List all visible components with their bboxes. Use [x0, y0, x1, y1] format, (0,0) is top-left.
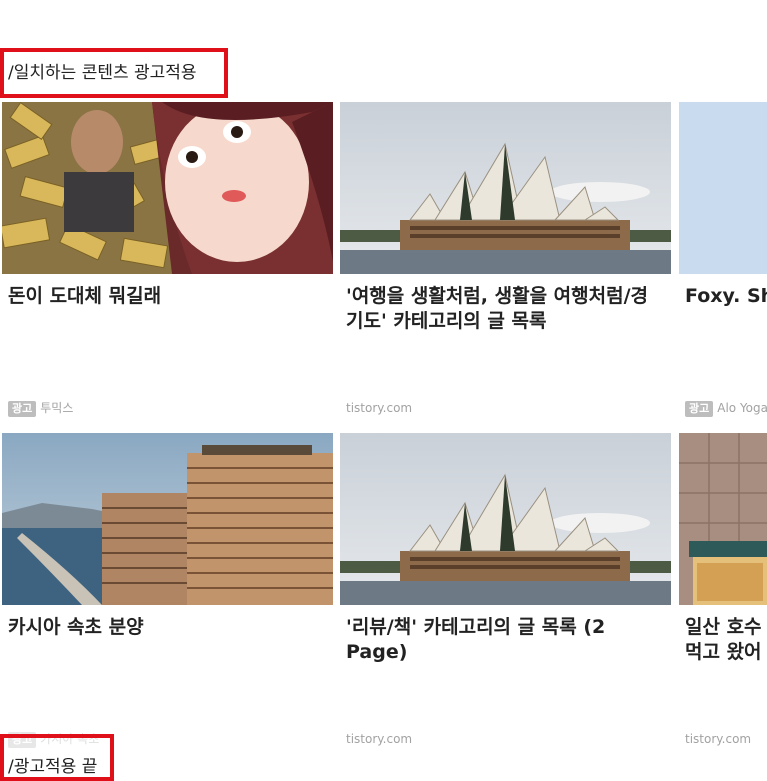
resort-thumbnail[interactable]: [2, 433, 333, 605]
recommendation-card[interactable]: Foxy. She 광고Alo Yoga: [679, 102, 767, 432]
ad-end-marker-label: /광고적용 끝: [8, 757, 98, 777]
card-source: tistory.com: [346, 401, 413, 415]
card-title[interactable]: 일산 호수 먹고 왔어: [685, 615, 767, 665]
ad-badge: 광고: [8, 401, 37, 417]
ad-start-marker: /일치하는 콘텐츠 광고적용: [0, 48, 228, 98]
card-title[interactable]: 카시아 속초 분양: [8, 615, 326, 640]
card-source: tistory.com: [685, 732, 752, 746]
card-meta: tistory.com: [346, 731, 412, 747]
card-title[interactable]: '여행을 생활처럼, 생활을 여행처럼/경기도' 카테고리의 글 목록: [346, 284, 664, 334]
recommendation-card[interactable]: 일산 호수 먹고 왔어 tistory.com: [679, 433, 767, 763]
ad-start-marker-label: /일치하는 콘텐츠 광고적용: [8, 63, 197, 83]
card-title[interactable]: 돈이 도대체 뭐길래: [8, 284, 326, 309]
recommendation-card[interactable]: 카시아 속초 분양 광고 카시아 속초: [2, 433, 333, 763]
card-meta: 광고 Alo Yoga: [685, 400, 767, 417]
ad-end-marker: /광고적용 끝: [0, 734, 114, 781]
recommendation-card[interactable]: '여행을 생활처럼, 생활을 여행처럼/경기도' 카테고리의 글 목록 tist…: [340, 102, 671, 432]
storefront-thumbnail[interactable]: [679, 433, 767, 605]
ad-badge: 광고: [685, 401, 714, 417]
card-title[interactable]: Foxy. She: [685, 284, 767, 309]
card-source: Alo Yoga: [717, 401, 767, 415]
card-meta: tistory.com: [346, 400, 412, 416]
opera-house-thumbnail[interactable]: [340, 433, 671, 605]
recommendation-card[interactable]: 돈이 도대체 뭐길래 광고 투믹스: [2, 102, 333, 432]
card-title[interactable]: '리뷰/책' 카테고리의 글 목록 (2 Page): [346, 615, 664, 665]
card-meta: tistory.com: [685, 731, 751, 747]
sky-thumbnail[interactable]: [679, 102, 767, 274]
card-source: 투믹스: [40, 401, 74, 415]
card-meta: 광고 투믹스: [8, 400, 74, 417]
card-source: tistory.com: [346, 732, 413, 746]
webtoon-thumbnail[interactable]: [2, 102, 333, 274]
recommendation-card[interactable]: '리뷰/책' 카테고리의 글 목록 (2 Page) tistory.com: [340, 433, 671, 763]
opera-house-thumbnail[interactable]: [340, 102, 671, 274]
